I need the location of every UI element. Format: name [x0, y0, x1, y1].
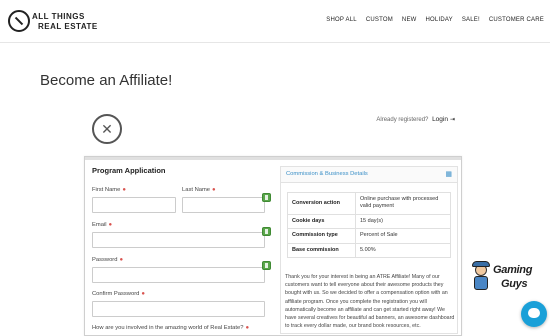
involvement-question-text: How are you involved in the amazing worl… [92, 325, 244, 331]
login-arrow-icon[interactable]: ⇥ [450, 117, 455, 123]
table-row: Cookie days 15 day(s) [287, 213, 451, 230]
email-field[interactable] [92, 232, 265, 248]
mascot-body [474, 276, 488, 290]
first-name-label: First Name ● [92, 187, 126, 193]
logo-mark-icon [8, 10, 30, 32]
affiliate-logo: ✕ [92, 114, 122, 144]
last-name-input[interactable] [182, 197, 265, 213]
watermark-text-line1: Gaming [493, 264, 533, 276]
commission-panel: Commission & Business Details ▦ Conversi… [280, 166, 458, 334]
required-marker: ● [245, 325, 250, 331]
first-name-label-text: First Name [92, 187, 121, 193]
nav-sale[interactable]: SALE! [462, 17, 480, 23]
table-value: 5.00% [355, 242, 451, 259]
nav-holiday[interactable]: HOLIDAY [426, 17, 453, 23]
password-manager-icon[interactable] [262, 261, 271, 270]
password-manager-icon[interactable] [262, 227, 271, 236]
application-card: Program Application First Name ● Last Nam… [84, 156, 462, 336]
already-registered: Already registered? Login ⇥ [376, 116, 455, 123]
first-name-input[interactable] [92, 197, 176, 213]
required-marker: ● [122, 187, 126, 193]
email-label-text: Email [92, 222, 107, 228]
commission-panel-title: Commission & Business Details [286, 171, 368, 177]
required-marker: ● [141, 291, 145, 297]
last-name-label: Last Name ● [182, 187, 216, 193]
commission-panel-header: Commission & Business Details ▦ [281, 167, 457, 183]
nav-custom[interactable]: CUSTOM [366, 17, 393, 23]
table-key: Base commission [287, 242, 356, 259]
mascot-icon [472, 261, 490, 290]
card-top-border [85, 157, 461, 160]
required-marker: ● [119, 257, 124, 263]
table-key: Commission type [287, 228, 356, 244]
login-link[interactable]: Login [432, 116, 448, 123]
crossed-tools-icon: ✕ [101, 121, 113, 137]
affiliate-description: Thank you for your interest in being an … [285, 274, 455, 330]
site-header: ALL THINGS REAL ESTATE SHOP ALL CUSTOM N… [0, 0, 550, 42]
commission-table: Conversion action Online purchase with p… [287, 192, 451, 259]
table-value: Online purchase with processed valid pay… [355, 192, 451, 215]
header-divider [0, 42, 550, 43]
table-value: Percent of Sale [355, 228, 451, 244]
nav-shop-all[interactable]: SHOP ALL [326, 17, 357, 23]
table-row: Commission type Percent of Sale [287, 228, 451, 244]
chat-bubble-icon[interactable] [521, 301, 547, 327]
mascot-hat [472, 261, 490, 267]
involvement-question-label: How are you involved in the amazing worl… [92, 325, 249, 331]
confirm-password-label-text: Confirm Password [92, 291, 140, 297]
table-key: Conversion action [287, 192, 356, 215]
gaming-guys-watermark: Gaming Guys [468, 258, 548, 298]
password-field[interactable] [92, 267, 265, 283]
nav-new[interactable]: NEW [402, 17, 417, 23]
page-title: Become an Affiliate! [40, 72, 173, 89]
table-value: 15 day(s) [355, 213, 451, 230]
form-title: Program Application [92, 166, 166, 175]
password-label: Password ● [92, 257, 123, 263]
already-registered-text: Already registered? [376, 117, 429, 123]
email-label: Email ● [92, 222, 112, 228]
nav-customer-care[interactable]: CUSTOMER CARE [489, 17, 544, 23]
table-row: Base commission 5.00% [287, 242, 451, 259]
required-marker: ● [212, 187, 216, 193]
site-logo[interactable]: ALL THINGS REAL ESTATE [8, 10, 97, 34]
password-manager-icon[interactable] [262, 193, 271, 202]
calendar-icon[interactable]: ▦ [445, 170, 452, 178]
main-nav: SHOP ALL CUSTOM NEW HOLIDAY SALE! CUSTOM… [326, 17, 544, 23]
password-label-text: Password [92, 257, 118, 263]
required-marker: ● [108, 222, 113, 228]
last-name-label-text: Last Name [182, 187, 211, 193]
table-key: Cookie days [287, 213, 356, 230]
watermark-text-line2: Guys [501, 278, 528, 290]
logo-text-line1: ALL THINGS [32, 12, 85, 21]
table-row: Conversion action Online purchase with p… [287, 192, 451, 215]
confirm-password-label: Confirm Password ● [92, 291, 145, 297]
logo-text-line2: REAL ESTATE [38, 22, 98, 31]
confirm-password-field[interactable] [92, 301, 265, 317]
